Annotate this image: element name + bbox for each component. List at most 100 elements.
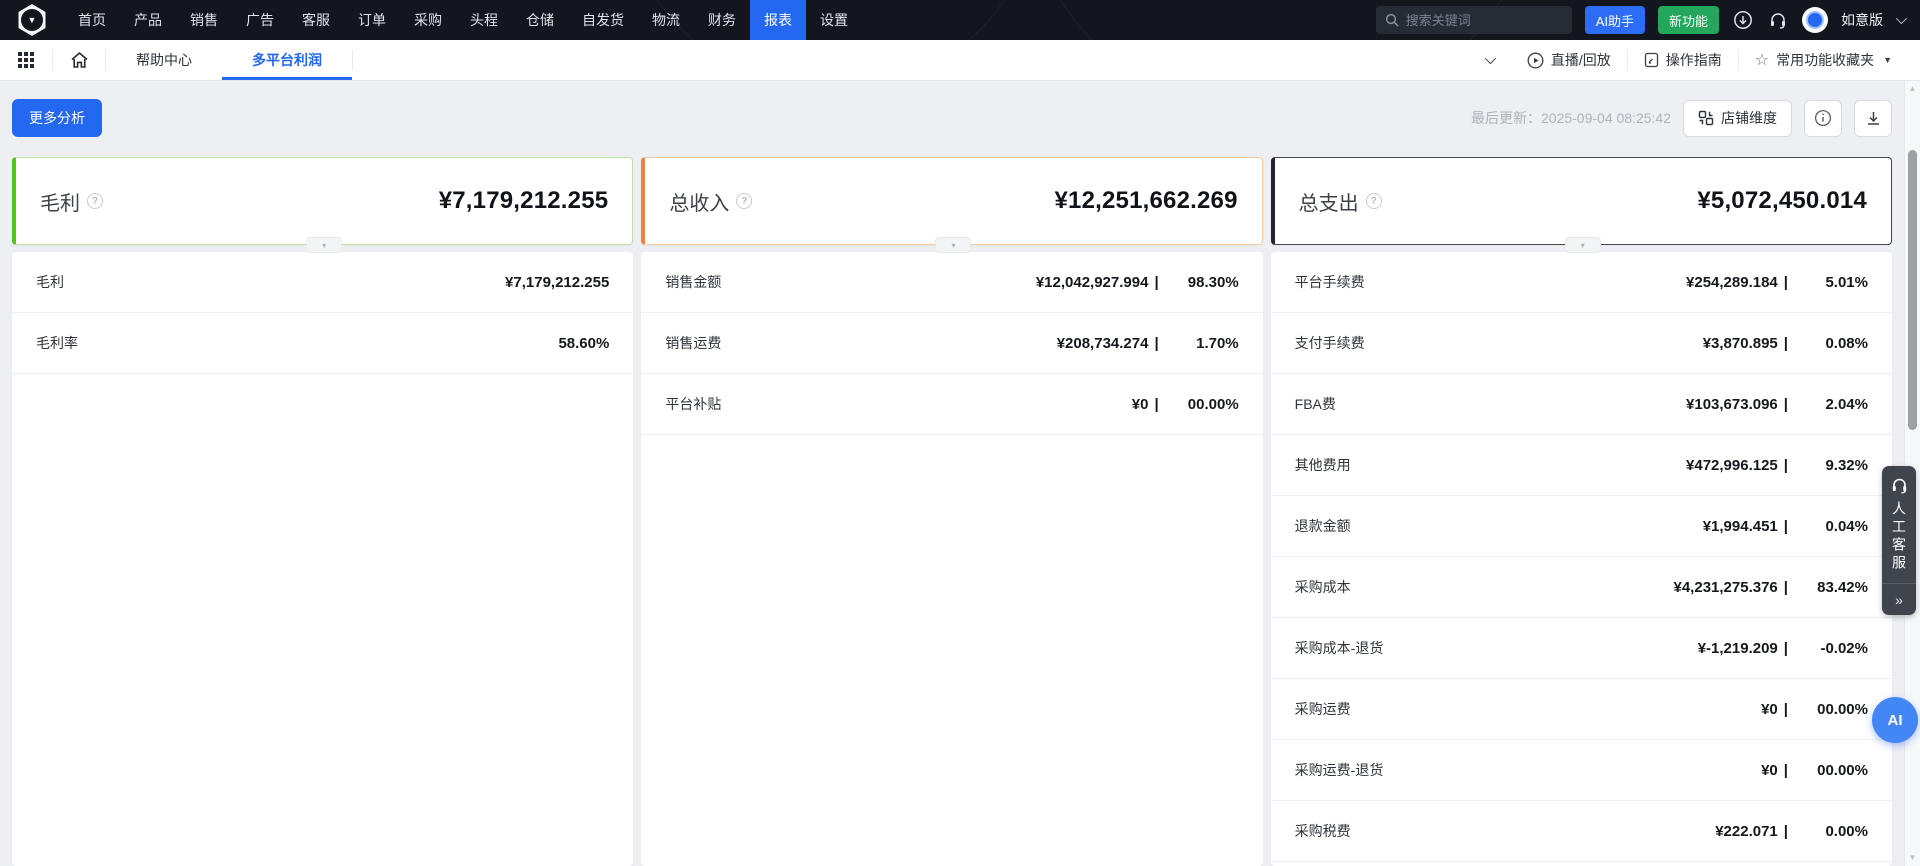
navbar-menu-item[interactable]: 报表 [750, 0, 806, 40]
metric-value: ¥254,289.184 | 5.01% [1686, 274, 1868, 291]
double-chevron-right-icon[interactable]: » [1882, 583, 1916, 615]
navbar-menu-item[interactable]: 销售 [176, 0, 232, 40]
navbar-menu-item[interactable]: 广告 [232, 0, 288, 40]
card-header: 总收入 ? ¥12,251,662.269 ▾ [641, 157, 1262, 245]
metric-value: ¥-1,219.209 | -0.02% [1698, 640, 1868, 657]
navbar-menu-item[interactable]: 订单 [344, 0, 400, 40]
export-button[interactable] [1854, 100, 1892, 137]
menu-item-label: 设置 [820, 10, 848, 30]
navbar-menu-item[interactable]: 首页 [64, 0, 120, 40]
menu-item-label: 销售 [190, 10, 218, 30]
metric-amount: ¥472,996.125 [1686, 457, 1778, 474]
scrollbar-thumb[interactable] [1908, 150, 1917, 430]
collapse-caret-icon[interactable]: ▾ [306, 237, 342, 253]
version-label[interactable]: 如意版 [1841, 10, 1883, 30]
menu-item-label: 产品 [134, 10, 162, 30]
metric-label: 采购税费 [1295, 821, 1351, 841]
page-tab[interactable]: 多平台利润 [222, 40, 352, 80]
menu-item-label: 仓储 [526, 10, 554, 30]
menu-item-label: 客服 [302, 10, 330, 30]
info-button[interactable] [1804, 100, 1842, 137]
metric-row: FBA费 ¥103,673.096 | 2.04% [1271, 374, 1892, 435]
favorites-menu[interactable]: ☆ 常用功能收藏夹 ▼ [1739, 50, 1908, 70]
page-tab[interactable]: 帮助中心 [106, 40, 222, 80]
scroll-down-icon[interactable]: ▼ [1909, 850, 1917, 866]
ai-assistant-button[interactable]: AI助手 [1585, 6, 1645, 34]
metric-value: ¥472,996.125 | 9.32% [1686, 457, 1868, 474]
metric-value: ¥0 | 00.00% [1761, 701, 1868, 718]
menu-item-label: 头程 [470, 10, 498, 30]
help-circle-icon[interactable]: ? [736, 193, 752, 209]
home-icon[interactable] [53, 40, 105, 80]
navbar-menu-item[interactable]: 产品 [120, 0, 176, 40]
metric-percent: -0.02% [1788, 640, 1868, 657]
menu-item-label: 财务 [708, 10, 736, 30]
metric-percent: 00.00% [1788, 762, 1868, 779]
collapse-caret-icon[interactable]: ▾ [935, 237, 971, 253]
global-search[interactable] [1376, 6, 1572, 34]
card-total-value: ¥5,072,450.014 [1697, 187, 1867, 215]
navbar-menu-item[interactable]: 设置 [806, 0, 862, 40]
scroll-up-icon[interactable]: ▲ [1909, 81, 1917, 97]
user-avatar[interactable] [1802, 7, 1828, 33]
help-circle-icon[interactable]: ? [1366, 193, 1382, 209]
metric-percent: 1.70% [1159, 335, 1239, 352]
metric-row: 毛利率 58.60% [12, 313, 633, 374]
menu-item-label: 广告 [246, 10, 274, 30]
download-circle-icon[interactable] [1732, 9, 1754, 31]
app-root: ▼ 首页 产品 销售 广告 客服 订单 采购 头程 仓储 自发货 物流 财务 报… [0, 0, 1920, 866]
headset-icon[interactable] [1767, 9, 1789, 31]
metric-percent: 0.00% [1788, 823, 1868, 840]
metric-row: 平台手续费 ¥254,289.184 | 5.01% [1271, 252, 1892, 313]
info-icon [1814, 109, 1832, 127]
metric-amount: ¥0 [1761, 762, 1778, 779]
metric-label: 毛利 [36, 272, 64, 292]
collapse-chevron-icon[interactable] [1485, 53, 1496, 64]
headset-icon [1890, 476, 1909, 494]
metric-label: 平台补贴 [665, 394, 721, 414]
grid-glyph [18, 52, 34, 68]
metric-amount: ¥7,179,212.255 [505, 274, 609, 291]
chevron-down-icon[interactable] [1896, 13, 1907, 24]
metric-percent: 2.04% [1788, 396, 1868, 413]
new-feature-button[interactable]: 新功能 [1658, 6, 1719, 34]
star-icon: ☆ [1755, 50, 1769, 70]
navbar-menu-item[interactable]: 头程 [456, 0, 512, 40]
help-circle-icon[interactable]: ? [87, 193, 103, 209]
live-replay-link[interactable]: 直播/回放 [1511, 50, 1627, 70]
navbar-menu-item[interactable]: 自发货 [568, 0, 638, 40]
avatar-graphic [1806, 11, 1824, 29]
download-icon [1865, 110, 1882, 127]
metric-value: ¥4,231,275.376 | 83.42% [1674, 579, 1868, 596]
brand-logo[interactable]: ▼ [0, 0, 64, 40]
tabbar-left: 帮助中心 多平台利润 [0, 40, 353, 80]
card-header: 总支出 ? ¥5,072,450.014 ▾ [1271, 157, 1892, 245]
more-analysis-button[interactable]: 更多分析 [12, 99, 102, 137]
metric-value: ¥7,179,212.255 [505, 274, 609, 291]
navbar-menu-item[interactable]: 仓储 [512, 0, 568, 40]
customer-service-widget[interactable]: 人工客服 » [1882, 466, 1916, 615]
tab-label: 多平台利润 [252, 50, 322, 70]
card-rows-panel: 毛利 ¥7,179,212.255 毛利率 58.60% [12, 252, 633, 866]
card-rows-panel: 平台手续费 ¥254,289.184 | 5.01% 支付手续费 ¥3,870.… [1271, 252, 1892, 866]
store-dimension-button[interactable]: 店铺维度 [1683, 100, 1792, 137]
metric-amount: ¥1,994.451 [1703, 518, 1778, 535]
navbar-menu-item[interactable]: 采购 [400, 0, 456, 40]
play-circle-icon [1527, 52, 1544, 69]
collapse-caret-icon[interactable]: ▾ [1565, 237, 1601, 253]
navbar-menu-item[interactable]: 财务 [694, 0, 750, 40]
metric-row: 采购运费-退货 ¥0 | 00.00% [1271, 740, 1892, 801]
ai-floating-button[interactable]: AI [1872, 697, 1918, 743]
search-input[interactable] [1406, 13, 1582, 28]
metric-value: ¥1,994.451 | 0.04% [1703, 518, 1868, 535]
navbar-menu-item[interactable]: 物流 [638, 0, 694, 40]
logo-hexagon: ▼ [17, 4, 47, 36]
metric-row: 采购成本-退货 ¥-1,219.209 | -0.02% [1271, 618, 1892, 679]
apps-grid-icon[interactable] [0, 40, 52, 80]
navbar-menu-item[interactable]: 客服 [288, 0, 344, 40]
card-gross-profit: 毛利 ? ¥7,179,212.255 ▾ 毛利 ¥7,179,212.255 … [12, 157, 633, 866]
last-update-text: 最后更新：2025-09-04 08:25:42 [1471, 108, 1671, 128]
metric-label: 采购运费 [1295, 699, 1351, 719]
metric-label: 毛利率 [36, 333, 78, 353]
guide-link[interactable]: 操作指南 [1628, 50, 1738, 70]
